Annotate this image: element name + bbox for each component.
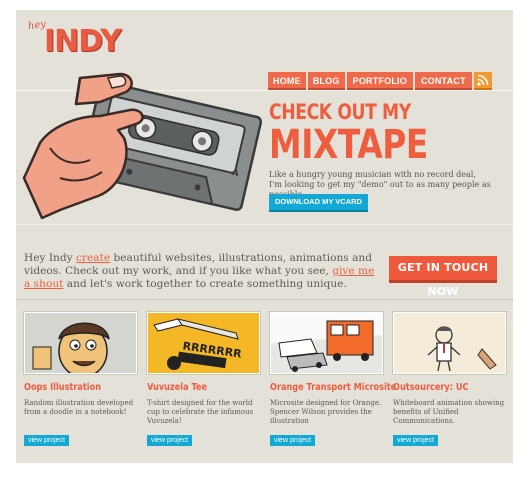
nav-home[interactable]: HOME <box>268 72 306 90</box>
project-list: Oops Illustration Random illustration de… <box>24 312 508 446</box>
nav-contact[interactable]: CONTACT <box>414 72 472 90</box>
project-thumbnail-vuvuzela[interactable]: RRRRRRR <box>147 312 260 374</box>
project-card-oops: Oops Illustration Random illustration de… <box>24 312 137 446</box>
create-link[interactable]: create <box>76 252 110 264</box>
hero-heading-line1: CHECK OUT MY <box>269 100 411 124</box>
view-project-button[interactable]: view project <box>393 435 438 446</box>
page: hey INDY HOME BLOG PORTFOLIO CONTACT A C… <box>16 10 513 463</box>
project-title[interactable]: Vuvuzela Tee <box>147 382 244 393</box>
view-project-button[interactable]: view project <box>270 435 315 446</box>
nav-blog[interactable]: BLOG <box>307 72 345 90</box>
site-logo[interactable]: hey INDY <box>26 18 126 68</box>
intro-paragraph: Hey Indy create beautiful websites, illu… <box>24 252 379 291</box>
main-nav: HOME BLOG PORTFOLIO CONTACT <box>268 72 492 90</box>
logo-main-text: INDY <box>44 24 122 59</box>
project-description: Microsite designed for Orange. Spencer W… <box>270 399 382 425</box>
nav-portfolio[interactable]: PORTFOLIO <box>346 72 413 90</box>
project-description: Whiteboard animation showing benefits of… <box>393 399 505 425</box>
intro-text-3: and let's work together to create someth… <box>63 278 347 290</box>
rss-icon[interactable] <box>473 72 492 90</box>
project-card-orange: Orange Transport Microsite Microsite des… <box>270 312 396 446</box>
project-title[interactable]: Outsourcery: UC <box>393 382 490 393</box>
hand-cassette-illustration: A <box>22 72 263 220</box>
project-thumbnail-orange[interactable] <box>270 312 383 374</box>
intro-text-1: Hey Indy <box>24 252 77 264</box>
hero-heading: CHECK OUT MY MIXTAPE <box>269 100 463 168</box>
project-thumbnail-outsourcery[interactable] <box>393 312 506 374</box>
view-project-button[interactable]: view project <box>147 435 192 446</box>
download-vcard-button[interactable]: DOWNLOAD MY VCARD <box>269 194 368 212</box>
project-title[interactable]: Oops Illustration <box>24 382 121 393</box>
get-in-touch-button[interactable]: GET IN TOUCH NOW <box>389 256 497 298</box>
project-card-outsourcery: Outsourcery: UC Whiteboard animation sho… <box>393 312 506 446</box>
project-card-vuvuzela: RRRRRRR Vuvuzela Tee T-shirt designed fo… <box>147 312 260 446</box>
project-title[interactable]: Orange Transport Microsite <box>270 382 396 393</box>
project-description: Random illustration developed from a doo… <box>24 399 134 416</box>
view-project-button[interactable]: view project <box>24 435 69 446</box>
hero-description-line1: Like a hungry young musician with no rec… <box>269 170 476 179</box>
project-description: T-shirt designed for the world cup to ce… <box>147 399 254 425</box>
project-thumbnail-oops[interactable] <box>24 312 137 374</box>
hero-heading-line2: MIXTAPE <box>269 122 428 168</box>
section-divider <box>16 299 513 301</box>
